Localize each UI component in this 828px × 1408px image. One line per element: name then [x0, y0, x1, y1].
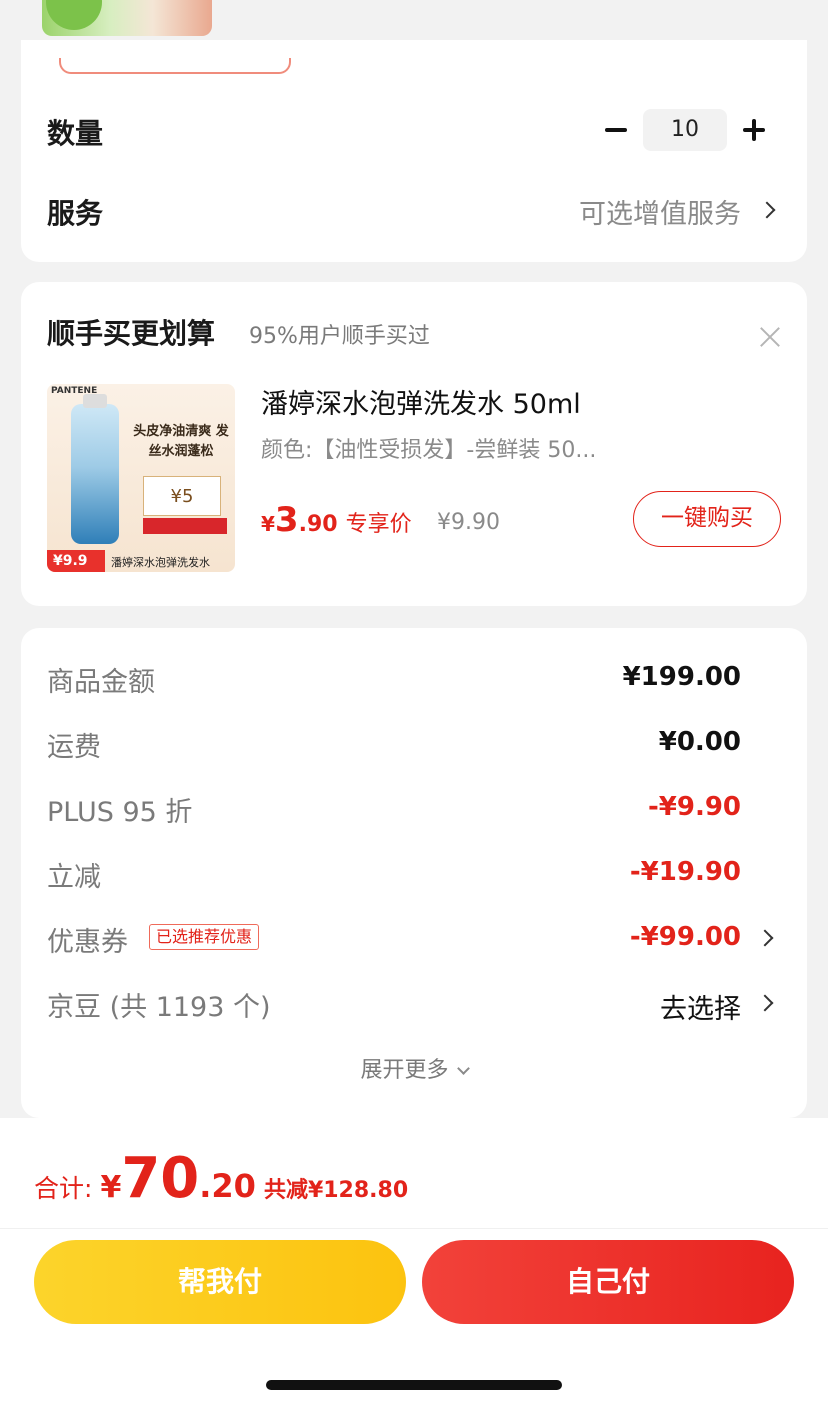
addon-recommend-card: 顺手买更划算 95%用户顺手买过 PANTENE 头皮净油清爽 发丝水润蓬松 ¥…: [21, 282, 807, 606]
chevron-right-icon[interactable]: [756, 994, 774, 1012]
summary-value: -¥99.00: [629, 922, 741, 952]
chevron-right-icon[interactable]: [756, 929, 774, 947]
total-integer: 70: [121, 1146, 200, 1211]
price-tag-label: 专享价: [345, 512, 412, 537]
summary-row: 运费 ¥0.00: [47, 725, 777, 765]
close-icon[interactable]: [759, 326, 781, 348]
summary-label: 优惠券: [47, 927, 128, 958]
product-thumbnail: [42, 0, 212, 36]
home-indicator[interactable]: [266, 1380, 562, 1390]
addon-product-image[interactable]: PANTENE 头皮净油清爽 发丝水润蓬松 ¥5 ¥9.9 潘婷深水泡弹洗发水: [47, 384, 235, 572]
coupon-badge: 已选推荐优惠: [149, 924, 260, 950]
jingdou-row[interactable]: 京豆 (共 1193 个) 去选择: [47, 985, 777, 1025]
increase-quantity-button[interactable]: [741, 116, 769, 144]
summary-row: 立减 -¥19.90: [47, 855, 777, 895]
image-coupon: ¥5: [143, 476, 221, 516]
total-currency: ¥: [100, 1170, 122, 1205]
image-price-tag: ¥9.9: [47, 550, 105, 572]
service-label: 服务: [47, 197, 104, 230]
image-caption: 潘婷深水泡弹洗发水: [111, 556, 210, 569]
summary-label: 商品金额: [47, 667, 155, 698]
checkout-bar: 合计: ¥70.20 共减¥128.80 帮我付 自己付: [0, 1118, 828, 1408]
addon-subtitle: 95%用户顺手买过: [249, 324, 430, 349]
addon-price: ¥3.90 专享价: [261, 500, 412, 540]
summary-label: PLUS 95 折: [47, 797, 193, 828]
original-price: ¥9.90: [437, 510, 500, 535]
divider: [0, 1228, 828, 1229]
one-click-buy-button[interactable]: 一键购买: [633, 491, 781, 547]
help-me-pay-button[interactable]: 帮我付: [34, 1240, 406, 1324]
service-select[interactable]: 可选增值服务: [579, 192, 741, 231]
bottle-graphic: [71, 394, 119, 544]
image-red-strip: [143, 518, 227, 534]
quantity-label: 数量: [47, 117, 104, 150]
summary-row: PLUS 95 折 -¥9.90: [47, 790, 777, 830]
addon-product-name[interactable]: 潘婷深水泡弹洗发水 50ml: [261, 382, 581, 421]
summary-value[interactable]: 去选择: [660, 987, 741, 1026]
price-integer: 3: [274, 500, 299, 540]
price-currency: ¥: [261, 512, 275, 536]
order-options-card: 数量 10 服务 可选增值服务: [21, 40, 807, 262]
price-decimal: .90: [298, 512, 338, 537]
summary-value: -¥19.90: [629, 857, 741, 887]
price-summary-card: 商品金额 ¥199.00 运费 ¥0.00 PLUS 95 折 -¥9.90 立…: [21, 628, 807, 1118]
total-saving: 共减¥128.80: [263, 1178, 409, 1203]
summary-value: ¥0.00: [658, 727, 741, 757]
chevron-right-icon[interactable]: [758, 201, 776, 219]
expand-more-label: 展开更多: [360, 1058, 449, 1083]
summary-value: ¥199.00: [622, 662, 741, 692]
spec-tag-cropped: [59, 58, 291, 74]
chevron-down-icon: [456, 1062, 470, 1075]
summary-label: 立减: [47, 862, 101, 893]
coupon-row[interactable]: 优惠券 已选推荐优惠 -¥99.00: [47, 920, 777, 960]
summary-label: 运费: [47, 732, 101, 763]
summary-value: -¥9.90: [647, 792, 741, 822]
addon-title: 顺手买更划算: [47, 317, 216, 350]
pay-myself-button[interactable]: 自己付: [422, 1240, 794, 1324]
total-decimal: .20: [199, 1167, 256, 1205]
summary-row: 商品金额 ¥199.00: [47, 660, 777, 700]
total-label: 合计:: [34, 1174, 93, 1203]
image-headline: 头皮净油清爽 发丝水润蓬松: [133, 424, 229, 459]
expand-more-button[interactable]: 展开更多: [21, 1052, 807, 1084]
addon-product-spec: 颜色:【油性受损发】-尝鲜装 50...: [261, 438, 597, 463]
order-total: 合计: ¥70.20 共减¥128.80: [34, 1146, 408, 1211]
decrease-quantity-button[interactable]: [603, 116, 631, 144]
summary-label: 京豆 (共 1193 个): [47, 992, 271, 1023]
quantity-input[interactable]: 10: [643, 109, 727, 151]
